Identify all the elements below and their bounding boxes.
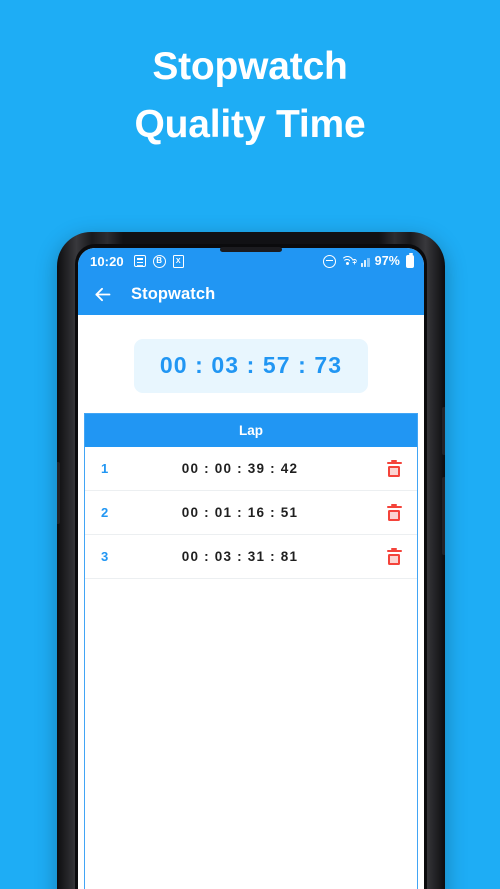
back-arrow-icon[interactable] (91, 284, 113, 306)
phone-button-right-lower[interactable] (442, 477, 445, 555)
wifi-icon: + (340, 255, 358, 267)
promo-headline-line-2: Quality Time (134, 102, 366, 146)
trash-icon (386, 503, 402, 522)
do-not-disturb-icon (322, 254, 336, 268)
lap-index: 1 (101, 461, 109, 476)
promo-headline-line-1: Stopwatch (152, 45, 348, 88)
lap-time: 00 : 00 : 39 : 42 (181, 461, 299, 476)
table-row[interactable]: 3 00 : 03 : 31 : 81 (85, 535, 417, 579)
lap-column-header: Lap (238, 423, 263, 438)
b-circle-icon: B (152, 254, 166, 268)
delete-lap-button[interactable] (371, 503, 417, 522)
timer-section: 00 : 03 : 57 : 73 (78, 315, 424, 413)
delete-lap-button[interactable] (371, 547, 417, 566)
timer-display: 00 : 03 : 57 : 73 (133, 339, 369, 393)
lap-index: 3 (101, 549, 109, 564)
lap-table: Lap 1 00 : 00 : 39 : 42 2 00: 01: 16:… (84, 413, 418, 889)
battery-icon (406, 252, 414, 268)
phone-bezel: 10:20 B X + 97% Stopwatch 00: 03: 57:… (75, 244, 427, 889)
phone-button-left[interactable] (57, 462, 60, 524)
lap-table-header: Lap (85, 414, 417, 447)
phone-earpiece (220, 247, 282, 252)
app-content: 00 : 03 : 57 : 73 Lap 1 00 : 00 : 39 : 4… (78, 315, 424, 889)
lap-index: 2 (101, 505, 109, 520)
trash-icon (386, 459, 402, 478)
trash-icon (386, 547, 402, 566)
signal-icon (360, 256, 370, 267)
spreadsheet-icon: X (172, 254, 184, 268)
lap-time: 00 : 03 : 31 : 81 (181, 549, 299, 564)
page-title: Stopwatch (131, 285, 216, 303)
status-bar-clock: 10:20 (90, 253, 124, 269)
lap-time: 00 : 01 : 16 : 51 (181, 505, 299, 520)
lap-list: 1 00 : 00 : 39 : 42 2 00 : 01 : 16 : 51 (85, 447, 417, 889)
list-icon (133, 255, 146, 267)
app-bar: Stopwatch (78, 274, 424, 315)
battery-percent-label: 97% (374, 254, 400, 268)
table-row[interactable]: 2 00 : 01 : 16 : 51 (85, 491, 417, 535)
promo-headline: Stopwatch Quality Time (0, 38, 500, 153)
phone-screen: 10:20 B X + 97% Stopwatch 00: 03: 57:… (78, 248, 424, 889)
table-row[interactable]: 1 00 : 00 : 39 : 42 (85, 447, 417, 491)
delete-lap-button[interactable] (371, 459, 417, 478)
timer-value: 00 : 03 : 57 : 73 (159, 352, 343, 378)
phone-button-right-upper[interactable] (442, 407, 445, 455)
phone-mockup: 10:20 B X + 97% Stopwatch 00: 03: 57:… (57, 232, 445, 889)
